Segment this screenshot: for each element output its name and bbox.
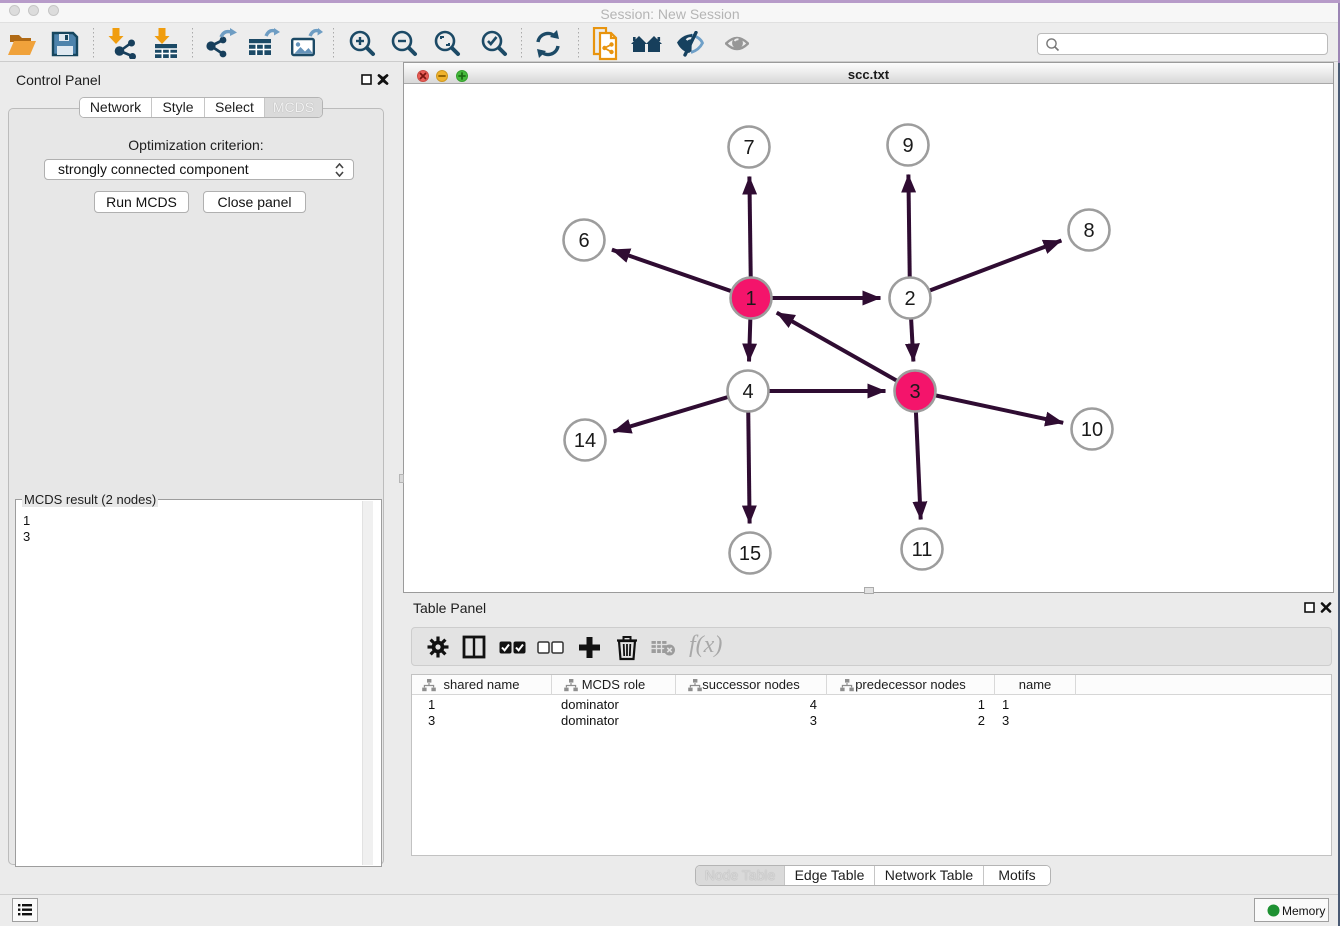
svg-text:11: 11 — [912, 539, 933, 561]
svg-text:4: 4 — [742, 381, 753, 403]
svg-text:1: 1 — [745, 288, 756, 310]
svg-text:7: 7 — [743, 137, 754, 159]
svg-text:15: 15 — [739, 543, 761, 565]
svg-text:2: 2 — [904, 288, 915, 310]
svg-text:6: 6 — [578, 230, 589, 252]
svg-text:9: 9 — [902, 135, 913, 157]
svg-text:3: 3 — [909, 381, 920, 403]
svg-text:10: 10 — [1081, 419, 1103, 441]
svg-text:8: 8 — [1083, 220, 1094, 242]
svg-text:14: 14 — [574, 430, 596, 452]
